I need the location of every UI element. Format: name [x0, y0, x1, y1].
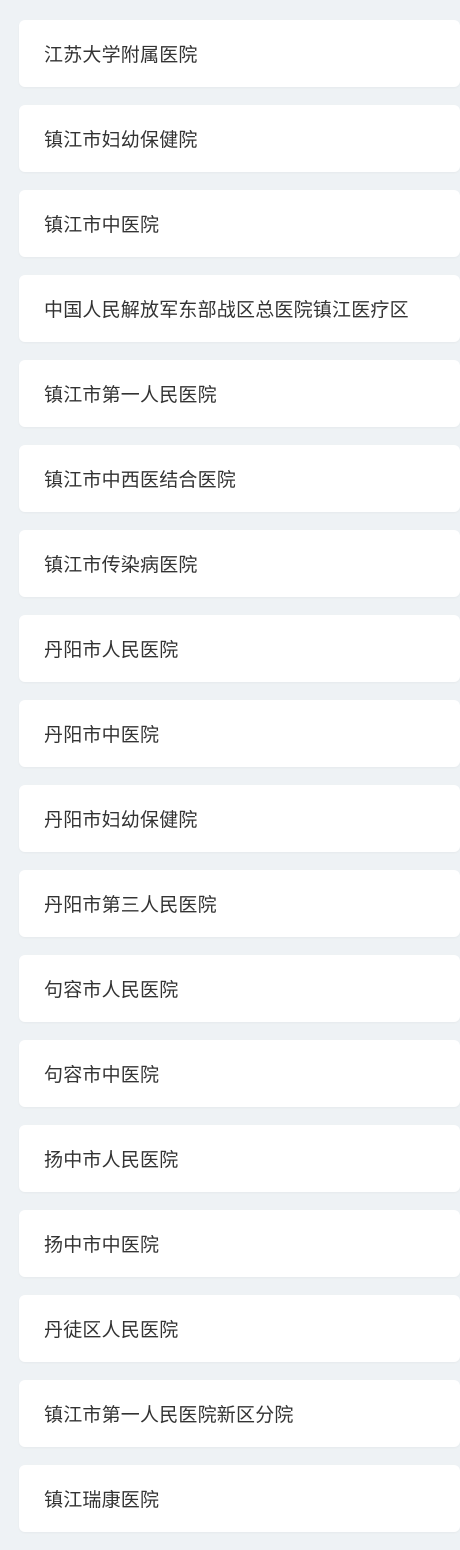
hospital-name: 中国人民解放军东部战区总医院镇江医疗区 — [44, 299, 409, 321]
hospital-item[interactable]: 镇江市中医院 — [19, 190, 460, 257]
hospital-name: 镇江市中西医结合医院 — [44, 469, 237, 491]
hospital-item[interactable]: 镇江市第一人民医院新区分院 — [19, 1380, 460, 1447]
hospital-name: 扬中市人民医院 — [44, 1149, 179, 1171]
hospital-name: 镇江市妇幼保健院 — [44, 129, 198, 151]
hospital-item[interactable]: 丹徒区人民医院 — [19, 1295, 460, 1362]
hospital-name: 句容市人民医院 — [44, 979, 179, 1001]
hospital-item[interactable]: 江苏大学附属医院 — [19, 20, 460, 87]
hospital-item[interactable]: 句容市人民医院 — [19, 955, 460, 1022]
hospital-name: 镇江市传染病医院 — [44, 554, 198, 576]
hospital-item[interactable]: 镇江市第一人民医院 — [19, 360, 460, 427]
hospital-name: 江苏大学附属医院 — [44, 44, 198, 66]
hospital-item[interactable]: 中国人民解放军东部战区总医院镇江医疗区 — [19, 275, 460, 342]
hospital-item[interactable]: 句容市中医院 — [19, 1040, 460, 1107]
hospital-item[interactable]: 镇江瑞康医院 — [19, 1465, 460, 1532]
hospital-name: 丹阳市人民医院 — [44, 639, 179, 661]
hospital-item[interactable]: 扬中市人民医院 — [19, 1125, 460, 1192]
hospital-name: 镇江市第一人民医院 — [44, 384, 217, 406]
hospital-item[interactable]: 丹阳市妇幼保健院 — [19, 785, 460, 852]
hospital-name: 丹徒区人民医院 — [44, 1319, 179, 1341]
hospital-item[interactable]: 镇江市中西医结合医院 — [19, 445, 460, 512]
hospital-name: 丹阳市第三人民医院 — [44, 894, 217, 916]
hospital-item[interactable]: 镇江市传染病医院 — [19, 530, 460, 597]
hospital-name: 镇江瑞康医院 — [44, 1489, 160, 1511]
hospital-name: 镇江市中医院 — [44, 214, 160, 236]
hospital-item[interactable]: 扬中市中医院 — [19, 1210, 460, 1277]
hospital-item[interactable]: 丹阳市中医院 — [19, 700, 460, 767]
hospital-name: 扬中市中医院 — [44, 1234, 160, 1256]
hospital-item[interactable]: 镇江市妇幼保健院 — [19, 105, 460, 172]
hospital-item[interactable]: 丹阳市第三人民医院 — [19, 870, 460, 937]
hospital-name: 句容市中医院 — [44, 1064, 160, 1086]
hospital-name: 丹阳市妇幼保健院 — [44, 809, 198, 831]
hospital-item[interactable]: 丹阳市人民医院 — [19, 615, 460, 682]
hospital-name: 丹阳市中医院 — [44, 724, 160, 746]
hospital-name: 镇江市第一人民医院新区分院 — [44, 1404, 294, 1426]
hospital-list: 江苏大学附属医院 镇江市妇幼保健院 镇江市中医院 中国人民解放军东部战区总医院镇… — [19, 20, 460, 1550]
